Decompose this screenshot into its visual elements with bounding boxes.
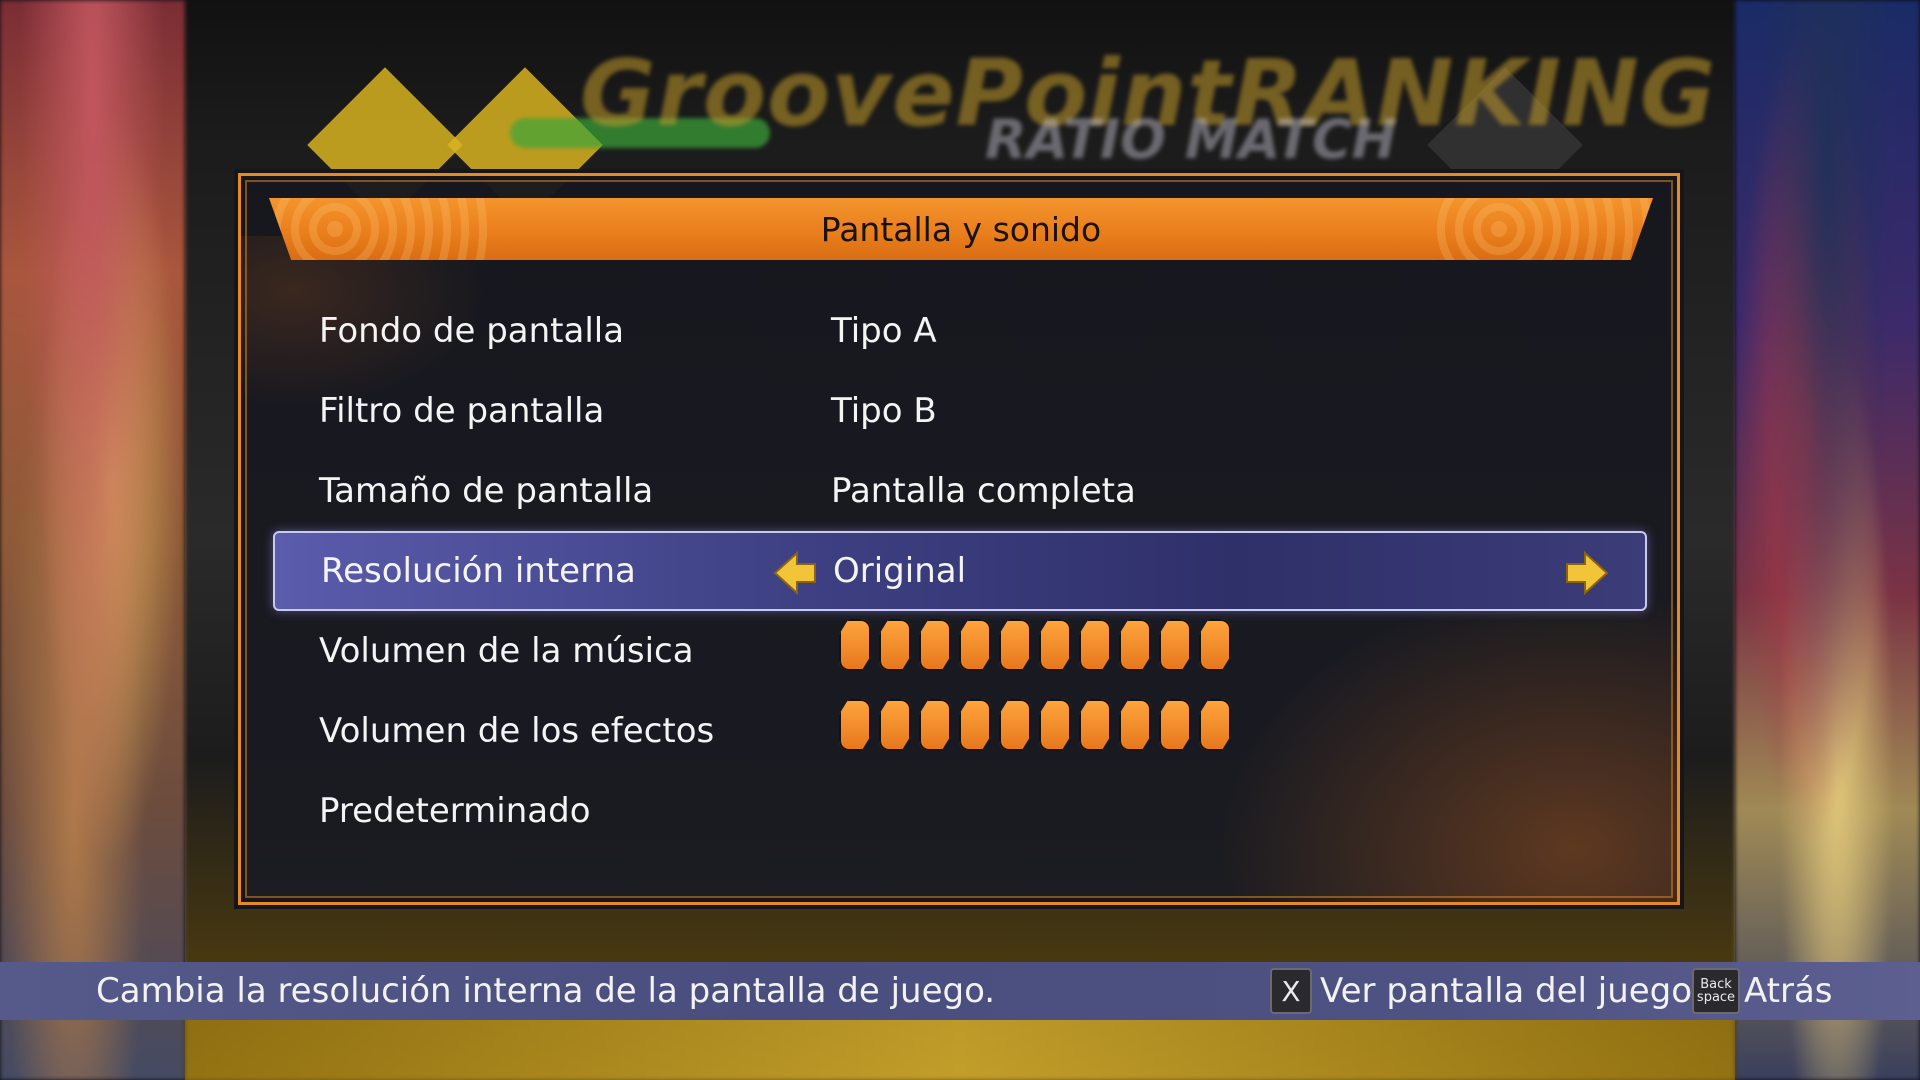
effects-volume-meter[interactable] xyxy=(839,699,1231,751)
volume-pip xyxy=(999,619,1031,671)
help-description: Cambia la resolución interna de la panta… xyxy=(96,971,996,1011)
back-hint[interactable]: Atrás xyxy=(1744,971,1833,1011)
settings-panel: Pantalla y sonido Fondo de pantalla Tipo… xyxy=(238,173,1680,905)
setting-row-fondo[interactable]: Fondo de pantalla Tipo A xyxy=(271,291,1651,371)
backspace-key-icon: Back space xyxy=(1692,968,1740,1014)
volume-pip xyxy=(999,699,1031,751)
setting-value: Original xyxy=(833,551,967,591)
setting-label: Volumen de los efectos xyxy=(319,711,715,751)
view-game-screen-hint[interactable]: Ver pantalla del juego xyxy=(1320,971,1692,1011)
help-bar: Cambia la resolución interna de la panta… xyxy=(0,962,1920,1020)
setting-label: Resolución interna xyxy=(321,551,636,591)
volume-pip xyxy=(1119,699,1151,751)
panel-title: Pantalla y sonido xyxy=(820,209,1102,249)
volume-pip xyxy=(1119,619,1151,671)
setting-row-volumen-efectos[interactable]: Volumen de los efectos xyxy=(271,691,1651,771)
volume-pip xyxy=(1039,699,1071,751)
volume-pip xyxy=(1159,619,1191,671)
setting-label: Volumen de la música xyxy=(319,631,694,671)
background-subtitle: RATIO MATCH xyxy=(985,108,1397,171)
setting-label: Filtro de pantalla xyxy=(319,391,605,431)
music-volume-meter[interactable] xyxy=(839,619,1231,671)
background-bottom-glow xyxy=(185,1015,1735,1080)
volume-pip xyxy=(1079,699,1111,751)
volume-pip xyxy=(879,699,911,751)
setting-value: Tipo A xyxy=(831,311,937,351)
arrow-right-icon[interactable] xyxy=(1563,549,1611,597)
setting-row-filtro[interactable]: Filtro de pantalla Tipo B xyxy=(271,371,1651,451)
setting-label: Fondo de pantalla xyxy=(319,311,625,351)
background-left-character-art xyxy=(0,0,185,1080)
setting-row-resolucion-selected[interactable]: Resolución interna Original xyxy=(273,531,1647,611)
volume-pip xyxy=(879,619,911,671)
volume-pip xyxy=(1159,699,1191,751)
volume-pip xyxy=(1079,619,1111,671)
volume-pip xyxy=(1199,699,1231,751)
volume-pip xyxy=(1039,619,1071,671)
setting-label: Predeterminado xyxy=(319,791,591,831)
arrow-left-icon[interactable] xyxy=(771,549,819,597)
setting-label: Tamaño de pantalla xyxy=(319,471,654,511)
panel-title-bar: Pantalla y sonido xyxy=(269,198,1653,260)
background-right-character-art xyxy=(1735,0,1920,1080)
setting-row-predeterminado[interactable]: Predeterminado xyxy=(271,771,1651,851)
volume-pip xyxy=(919,699,951,751)
x-key-icon: X xyxy=(1270,968,1312,1014)
volume-pip xyxy=(839,619,871,671)
setting-row-volumen-musica[interactable]: Volumen de la música xyxy=(271,611,1651,691)
volume-pip xyxy=(959,699,991,751)
volume-pip xyxy=(839,699,871,751)
volume-pip xyxy=(959,619,991,671)
volume-pip xyxy=(1199,619,1231,671)
setting-value: Pantalla completa xyxy=(831,471,1136,511)
setting-value: Tipo B xyxy=(831,391,937,431)
setting-row-tamano[interactable]: Tamaño de pantalla Pantalla completa xyxy=(271,451,1651,531)
volume-pip xyxy=(919,619,951,671)
